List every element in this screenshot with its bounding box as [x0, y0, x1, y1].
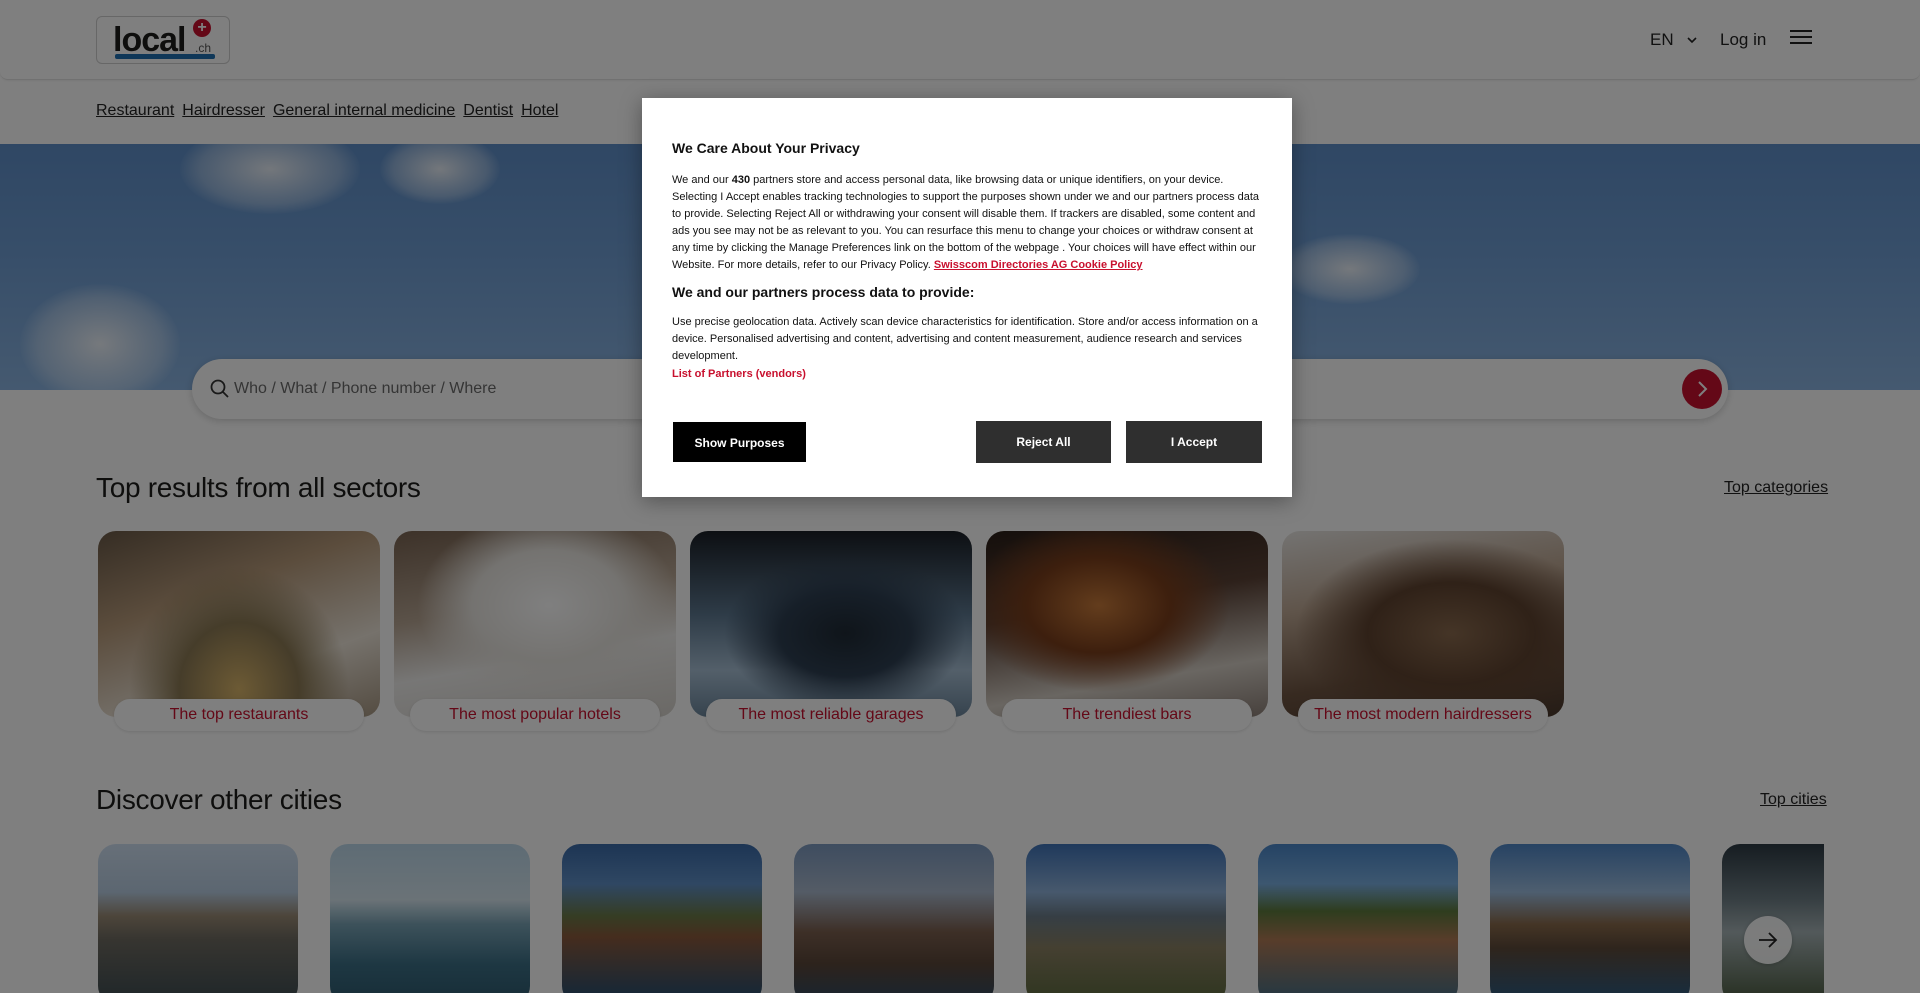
show-purposes-button[interactable]: Show Purposes: [672, 421, 807, 463]
consent-body: We and our 430 partners store and access…: [672, 172, 1262, 274]
partner-count: 430: [731, 174, 751, 186]
consent-body-text: partners store and access personal data,…: [672, 174, 1260, 271]
consent-title: We Care About Your Privacy: [672, 140, 860, 156]
accept-button[interactable]: I Accept: [1126, 421, 1262, 463]
cookie-policy-link[interactable]: Swisscom Directories AG Cookie Policy: [934, 259, 1143, 271]
privacy-consent-dialog: We Care About Your Privacy We and our 43…: [642, 98, 1292, 497]
consent-subtitle: We and our partners process data to prov…: [672, 284, 975, 300]
reject-all-button[interactable]: Reject All: [976, 421, 1111, 463]
vendors-list-link[interactable]: List of Partners (vendors): [672, 368, 1262, 380]
consent-purposes: Use precise geolocation data. Actively s…: [672, 316, 1258, 362]
consent-body-prefix: We and our: [672, 174, 732, 186]
